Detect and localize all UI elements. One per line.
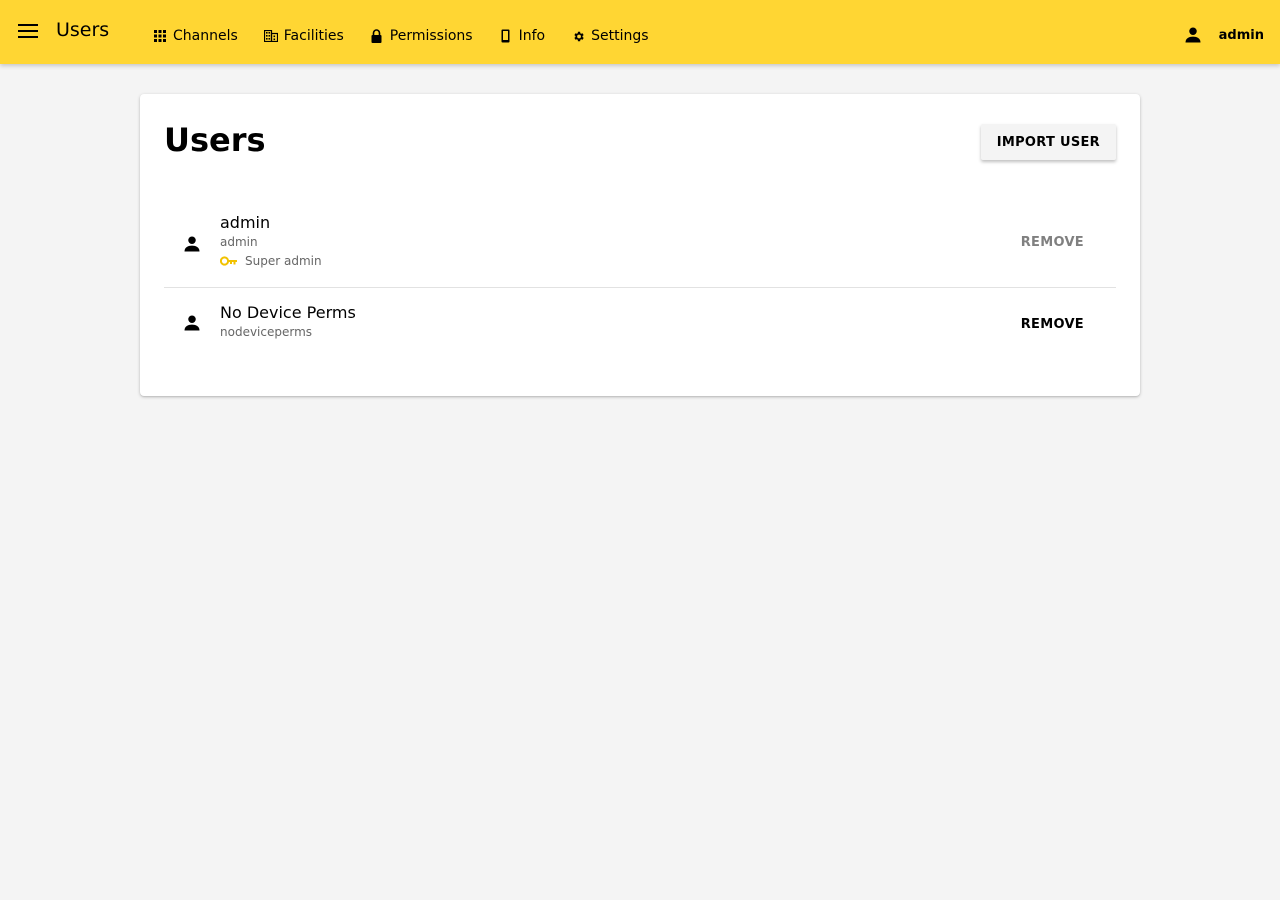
user-name: No Device Perms <box>220 303 356 322</box>
user-list: admin admin Super admin REMOVE No Device… <box>164 206 1116 360</box>
gear-icon <box>571 29 585 43</box>
main-nav: Channels Facilities Permissions Info Set… <box>140 0 662 64</box>
page-title: Users <box>56 19 110 41</box>
nav-tab-label: Permissions <box>389 28 473 44</box>
user-name: admin <box>220 213 271 232</box>
nav-tab-info[interactable]: Info <box>486 16 559 56</box>
apps-grid-icon <box>153 29 167 43</box>
nav-tab-facilities[interactable]: Facilities <box>251 16 357 56</box>
user-login: nodeviceperms <box>220 325 313 339</box>
card-title: Users <box>164 121 266 159</box>
menu-button[interactable] <box>12 16 44 48</box>
nav-tab-label: Info <box>518 28 546 44</box>
nav-tab-settings[interactable]: Settings <box>558 16 661 56</box>
remove-user-button[interactable]: REMOVE <box>1005 306 1100 342</box>
key-icon <box>220 255 238 267</box>
building-icon <box>263 29 278 43</box>
list-item[interactable]: admin admin Super admin REMOVE <box>164 206 1116 288</box>
person-icon <box>1181 23 1205 47</box>
app-bar: Users Channels Facilities Permissions In… <box>0 0 1280 64</box>
user-info: No Device Perms nodeviceperms <box>220 302 356 341</box>
phone-icon <box>499 29 513 43</box>
users-card: Users IMPORT USER admin admin Super admi… <box>140 94 1140 396</box>
import-user-button[interactable]: IMPORT USER <box>980 124 1116 160</box>
account-menu[interactable]: admin <box>1181 0 1264 64</box>
remove-user-button[interactable]: REMOVE <box>1005 224 1100 260</box>
list-item[interactable]: No Device Perms nodeviceperms REMOVE <box>164 288 1116 360</box>
user-login: admin <box>220 235 258 249</box>
user-role-label: Super admin <box>245 254 322 268</box>
account-username: admin <box>1218 27 1264 43</box>
nav-tab-label: Settings <box>591 28 649 44</box>
user-role: Super admin <box>220 251 322 271</box>
nav-tab-label: Facilities <box>283 28 344 44</box>
lock-icon <box>370 29 384 43</box>
nav-tab-permissions[interactable]: Permissions <box>357 16 486 56</box>
user-info: admin admin Super admin <box>220 212 322 271</box>
nav-tab-channels[interactable]: Channels <box>140 16 251 56</box>
nav-tab-label: Channels <box>173 28 238 44</box>
person-icon <box>180 311 204 335</box>
menu-icon <box>18 23 38 42</box>
person-icon <box>180 232 204 256</box>
